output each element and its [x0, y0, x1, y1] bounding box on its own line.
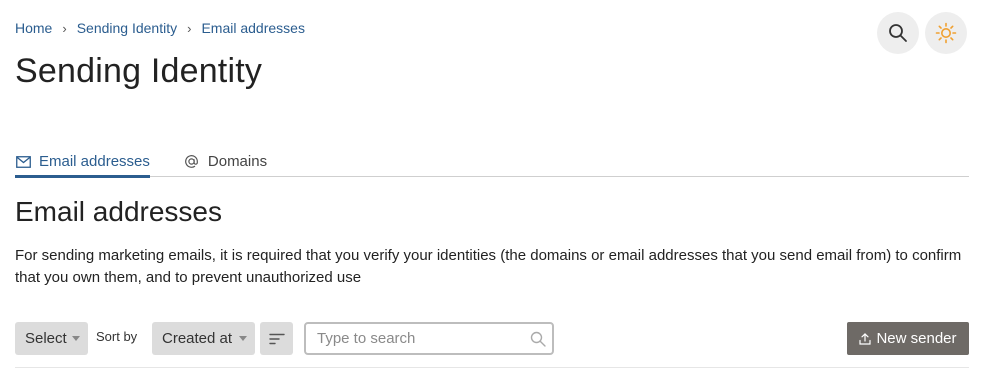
sun-icon [935, 22, 957, 44]
tab-domains[interactable]: Domains [184, 140, 267, 177]
tab-label: Domains [207, 153, 268, 170]
breadcrumb: Home › Sending Identity › Email addresse… [15, 20, 305, 36]
mail-icon [15, 154, 31, 170]
tab-email-addresses[interactable]: Email addresses [15, 140, 150, 178]
search-field [304, 322, 554, 355]
sort-order-button[interactable] [260, 322, 293, 355]
at-icon [184, 154, 200, 170]
global-search-button[interactable] [877, 12, 919, 54]
tab-bar: Email addresses Domains [15, 140, 969, 178]
breadcrumb-separator: › [62, 20, 67, 36]
breadcrumb-home[interactable]: Home [15, 20, 52, 36]
search-icon [530, 331, 546, 352]
breadcrumb-email-addresses[interactable]: Email addresses [201, 20, 305, 36]
sort-by-label: Sort by [96, 329, 138, 344]
search-input[interactable] [306, 330, 516, 347]
select-label: Select [25, 330, 67, 347]
sort-lines-icon [268, 333, 285, 344]
theme-toggle-button[interactable] [925, 12, 967, 54]
sort-field-value: Created at [162, 330, 233, 347]
new-sender-button[interactable]: New sender [847, 322, 969, 355]
caret-down-icon [239, 336, 247, 341]
tab-label: Email addresses [39, 153, 150, 170]
section-description: For sending marketing emails, it is requ… [15, 247, 962, 286]
bulk-select-dropdown[interactable]: Select [15, 322, 88, 355]
section-title: Email addresses [15, 196, 222, 227]
page-title: Sending Identity [15, 52, 263, 90]
page: Home › Sending Identity › Email addresse… [0, 0, 981, 371]
new-sender-label: New sender [876, 330, 957, 347]
sort-field-dropdown[interactable]: Created at [152, 322, 255, 355]
breadcrumb-separator: › [187, 20, 192, 36]
upload-icon [859, 332, 872, 345]
toolbar: Select Sort by Created at Type to search… [15, 322, 969, 355]
divider [15, 367, 969, 368]
breadcrumb-sending-identity[interactable]: Sending Identity [77, 20, 177, 36]
search-icon [889, 24, 907, 42]
caret-down-icon [72, 336, 80, 341]
